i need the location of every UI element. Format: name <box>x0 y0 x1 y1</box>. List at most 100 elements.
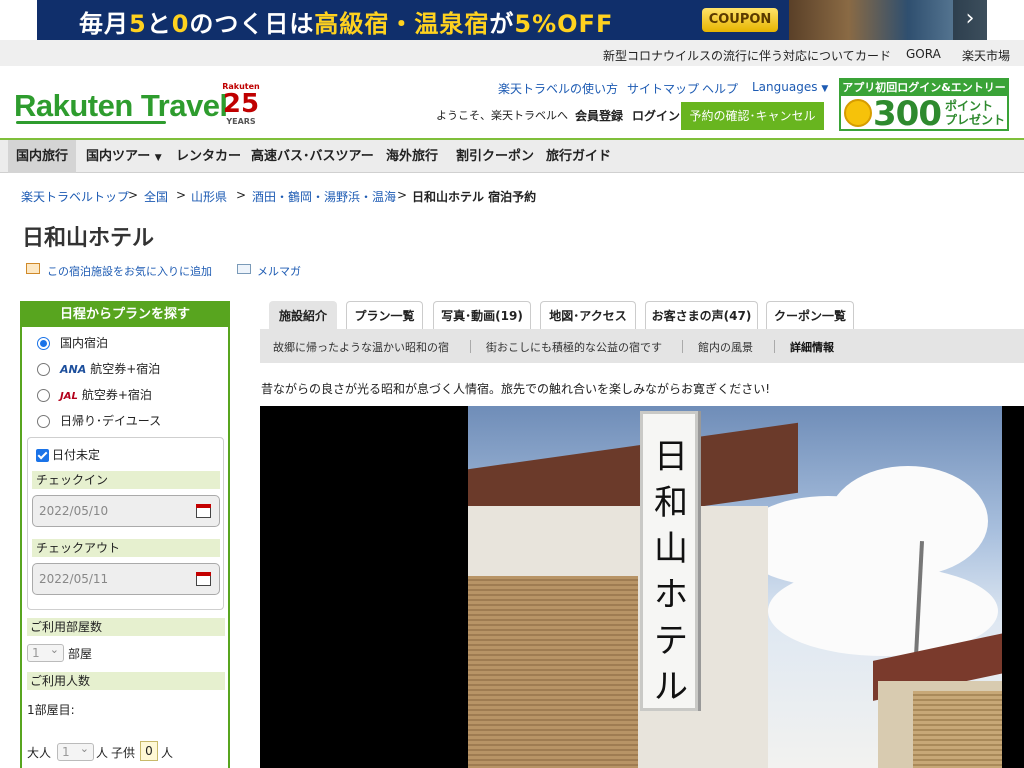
banner-text-b: のつく日は <box>189 10 315 38</box>
rakuten-travel-logo[interactable]: Rakuten Travel <box>14 88 228 124</box>
register-link[interactable]: 会員登録 <box>575 107 623 124</box>
subtab-divider <box>774 340 775 353</box>
favorite-icon[interactable] <box>26 263 40 274</box>
checkout-date-field[interactable]: 2022/05/11 <box>32 563 220 595</box>
child-label: 子供 <box>111 746 136 760</box>
photo-letterbox <box>1002 406 1024 768</box>
tab-reviews[interactable]: お客さまの声(47) <box>645 301 758 329</box>
date-undecided-checkbox[interactable] <box>36 449 49 462</box>
radio-day-use[interactable]: 日帰り･デイユース <box>37 412 161 429</box>
signboard-text: 日和山ホテル <box>654 437 688 707</box>
anniversary-logo: Rakuten 25 YEARS <box>221 82 261 128</box>
bamboo-blind <box>468 576 638 768</box>
rooms-label: ご利用部屋数 <box>27 618 225 636</box>
nav-domestic-tour[interactable]: 国内ツアー ▼ <box>78 140 170 173</box>
radio-jal-package[interactable]: JAL 航空券+宿泊 <box>37 386 152 403</box>
nav-travel-guide[interactable]: 旅行ガイド <box>538 140 619 173</box>
chevron-right-icon[interactable]: › <box>953 0 987 40</box>
radio-button[interactable] <box>37 363 50 376</box>
breadcrumb-separator: > <box>397 188 408 202</box>
add-favorite-link[interactable]: この宿泊施設をお気に入りに追加 <box>47 263 212 279</box>
promo-banner[interactable]: 毎月5と0のつく日は高級宿・温泉宿が5%OFF COUPON › <box>37 0 987 40</box>
subtab-details[interactable]: 詳細情報 <box>790 339 834 355</box>
sub-tabs: 故郷に帰ったような温かい昭和の宿 街おこしにも積極的な公益の宿です 館内の風景 … <box>260 329 1024 363</box>
adult-label: 大人 <box>27 746 52 760</box>
breadcrumb-national[interactable]: 全国 <box>144 188 168 205</box>
rakuten-ichiba-link[interactable]: 楽天市場 <box>962 47 1010 64</box>
checkin-date-value: 2022/05/10 <box>39 504 109 518</box>
radio-domestic-stay[interactable]: 国内宿泊 <box>37 334 108 351</box>
breadcrumb-prefecture[interactable]: 山形県 <box>191 188 227 205</box>
child-unit: 人 <box>161 746 174 760</box>
nav-overseas[interactable]: 海外旅行 <box>378 140 446 173</box>
banner-num-5: 5 <box>129 10 147 38</box>
jal-logo: JAL <box>60 391 78 402</box>
banner-text-a: 毎月 <box>79 10 129 38</box>
child-count-input[interactable]: 0 <box>140 741 158 761</box>
radio-label: 航空券+宿泊 <box>81 388 152 402</box>
tab-coupons[interactable]: クーポン一覧 <box>766 301 854 329</box>
nav-coupon[interactable]: 割引クーポン <box>448 140 542 173</box>
date-selection-box: 日付未定 チェックイン 2022/05/10 チェックアウト 2022/05/1… <box>27 437 224 610</box>
nav-domestic-travel[interactable]: 国内旅行 <box>8 140 77 173</box>
subtab-interior-scenery[interactable]: 館内の風景 <box>698 339 753 355</box>
breadcrumb-separator: > <box>176 188 187 202</box>
mail-icon[interactable] <box>237 264 251 274</box>
hotel-photo-viewer[interactable]: 日和山ホテル <box>260 406 1024 768</box>
app-promo-banner[interactable]: アプリ初回ログイン&エントリーで 300 ポイント プレゼント <box>839 78 1009 134</box>
how-to-use-link[interactable]: 楽天トラベルの使い方 <box>498 80 618 97</box>
login-link[interactable]: ログイン <box>632 107 680 124</box>
guests-label: ご利用人数 <box>27 672 225 690</box>
help-link[interactable]: ヘルプ <box>702 80 738 97</box>
subtab-showa-inn[interactable]: 故郷に帰ったような温かい昭和の宿 <box>273 339 449 355</box>
breadcrumb-separator: > <box>236 188 247 202</box>
banner-num-0: 0 <box>171 10 190 38</box>
adult-select[interactable]: 1 <box>57 741 94 761</box>
checkin-date-field[interactable]: 2022/05/10 <box>32 495 220 527</box>
radio-button[interactable] <box>37 389 50 402</box>
languages-menu[interactable]: Languages ▼ <box>752 80 828 94</box>
tab-map-access[interactable]: 地図･アクセス <box>540 301 636 329</box>
promo-banner-area: 毎月5と0のつく日は高級宿・温泉宿が5%OFF COUPON › <box>0 0 1024 40</box>
welcome-text: ようこそ、楽天トラベルへ <box>436 109 568 122</box>
nav-domestic-tour-label: 国内ツアー <box>86 149 151 164</box>
tab-facility-intro[interactable]: 施設紹介 <box>269 301 337 329</box>
anniv-number: 25 <box>222 89 260 119</box>
ana-logo: ANA <box>60 363 87 376</box>
banner-text-to: と <box>146 10 172 38</box>
calendar-icon[interactable] <box>196 572 211 586</box>
breadcrumb-area[interactable]: 酒田・鶴岡・湯野浜・温海 <box>252 188 396 205</box>
banner-coupon-badge: COUPON <box>702 8 778 32</box>
tab-plan-list[interactable]: プラン一覧 <box>346 301 423 329</box>
breadcrumb-current: 日和山ホテル 宿泊予約 <box>412 190 537 204</box>
mailmagazine-link[interactable]: メルマガ <box>257 263 301 279</box>
calendar-icon[interactable] <box>196 504 211 518</box>
bamboo-blind <box>913 691 1002 768</box>
radio-ana-package[interactable]: ANA 航空券+宿泊 <box>37 360 160 377</box>
reservation-check-button[interactable]: 予約の確認･キャンセル <box>681 102 824 130</box>
banner-text-ga: が <box>489 10 515 38</box>
utility-bar: 新型コロナウイルスの流行に伴う対応について カード GORA 楽天市場 <box>0 40 1024 66</box>
breadcrumb-separator: > <box>128 188 139 202</box>
date-undecided-checkbox-row[interactable]: 日付未定 <box>36 446 100 463</box>
radio-button[interactable] <box>37 337 50 350</box>
subtab-public-interest-inn[interactable]: 街おこしにも積極的な公益の宿です <box>486 339 662 355</box>
site-header: Rakuten Travel Rakuten 25 YEARS 楽天トラベルの使… <box>0 66 1024 140</box>
nav-highway-bus[interactable]: 高速バス･バスツアー <box>243 140 382 173</box>
radio-button[interactable] <box>37 415 50 428</box>
date-undecided-label: 日付未定 <box>52 448 101 462</box>
covid-notice-link[interactable]: 新型コロナウイルスの流行に伴う対応について <box>603 47 855 64</box>
app-promo-unit-line1: ポイント <box>945 99 994 113</box>
gora-link[interactable]: GORA <box>906 47 941 61</box>
card-link[interactable]: カード <box>855 47 891 64</box>
breadcrumb-top[interactable]: 楽天トラベルトップ <box>21 188 129 205</box>
rooms-select[interactable]: 1 <box>27 642 64 662</box>
nav-rentacar[interactable]: レンタカー <box>168 140 249 173</box>
cloud-shape <box>828 466 988 576</box>
tab-photos-videos[interactable]: 写真･動画(19) <box>433 301 531 329</box>
sitemap-link[interactable]: サイトマップ <box>627 80 699 97</box>
checkout-date-value: 2022/05/11 <box>39 572 109 586</box>
checkout-label: チェックアウト <box>32 539 220 557</box>
banner-discount: 5%OFF <box>514 10 614 38</box>
radio-label: 国内宿泊 <box>60 336 109 350</box>
